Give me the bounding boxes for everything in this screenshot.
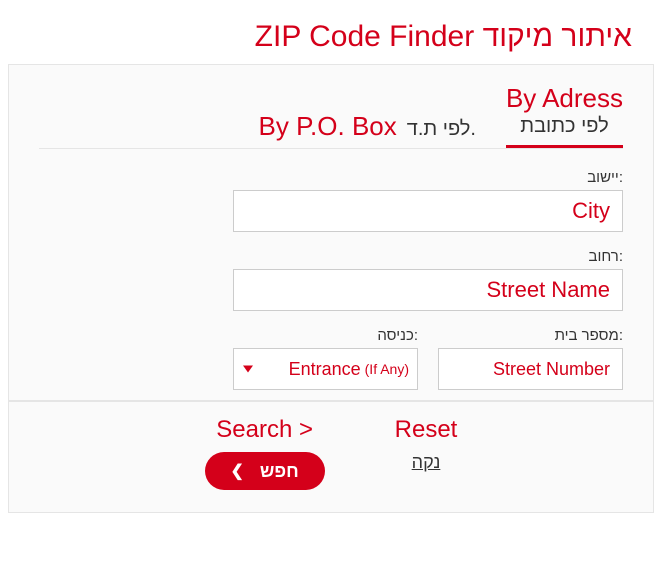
tabs: By P.O. Box לפי ת.ד. By Adress לפי כתובת [39, 83, 623, 149]
reset-en-label: Reset [395, 416, 458, 444]
search-column: Search > ❮ חפש [205, 416, 325, 490]
form-panel: By P.O. Box לפי ת.ד. By Adress לפי כתובת… [8, 64, 654, 401]
street-label: רחוב: [589, 248, 623, 265]
tab-address-en: By Adress [506, 83, 623, 114]
reset-column: Reset נקה [395, 416, 458, 490]
city-field: יישוב: [233, 169, 623, 232]
tab-pobox[interactable]: By P.O. Box לפי ת.ד. [259, 83, 476, 148]
actions-footer: Search > ❮ חפש Reset נקה [8, 401, 654, 513]
street-input[interactable] [233, 269, 623, 311]
street-field: רחוב: [233, 248, 623, 311]
address-form: יישוב: רחוב: כניסה: Entrance (If Any) מס… [39, 169, 623, 390]
search-en-label: Search > [216, 416, 313, 444]
house-field: מספר בית: [438, 327, 623, 390]
city-label: יישוב: [587, 169, 623, 186]
page-title: ZIP Code Finder איתור מיקוד [0, 0, 662, 64]
entrance-label: כניסה: [377, 327, 418, 344]
tab-pobox-he: לפי ת.ד. [407, 117, 476, 141]
reset-link[interactable]: נקה [412, 452, 441, 473]
title-en: ZIP Code Finder [255, 20, 475, 53]
search-he-label: חפש [260, 461, 299, 482]
chevron-left-icon: ❮ [231, 461, 244, 481]
tab-address[interactable]: By Adress לפי כתובת [506, 83, 623, 148]
entrance-select[interactable]: Entrance (If Any) [233, 348, 418, 390]
entrance-selected: Entrance [289, 359, 361, 380]
house-entrance-row: כניסה: Entrance (If Any) מספר בית: [233, 327, 623, 390]
chevron-down-icon [243, 366, 253, 373]
house-input[interactable] [438, 348, 623, 390]
search-button[interactable]: ❮ חפש [205, 452, 325, 490]
tab-pobox-en: By P.O. Box [259, 111, 397, 142]
city-input[interactable] [233, 190, 623, 232]
entrance-field: כניסה: Entrance (If Any) [233, 327, 418, 390]
title-he: איתור מיקוד [483, 20, 632, 53]
house-label: מספר בית: [555, 327, 623, 344]
tab-address-he: לפי כתובת [520, 114, 608, 138]
entrance-note: (If Any) [365, 361, 409, 377]
